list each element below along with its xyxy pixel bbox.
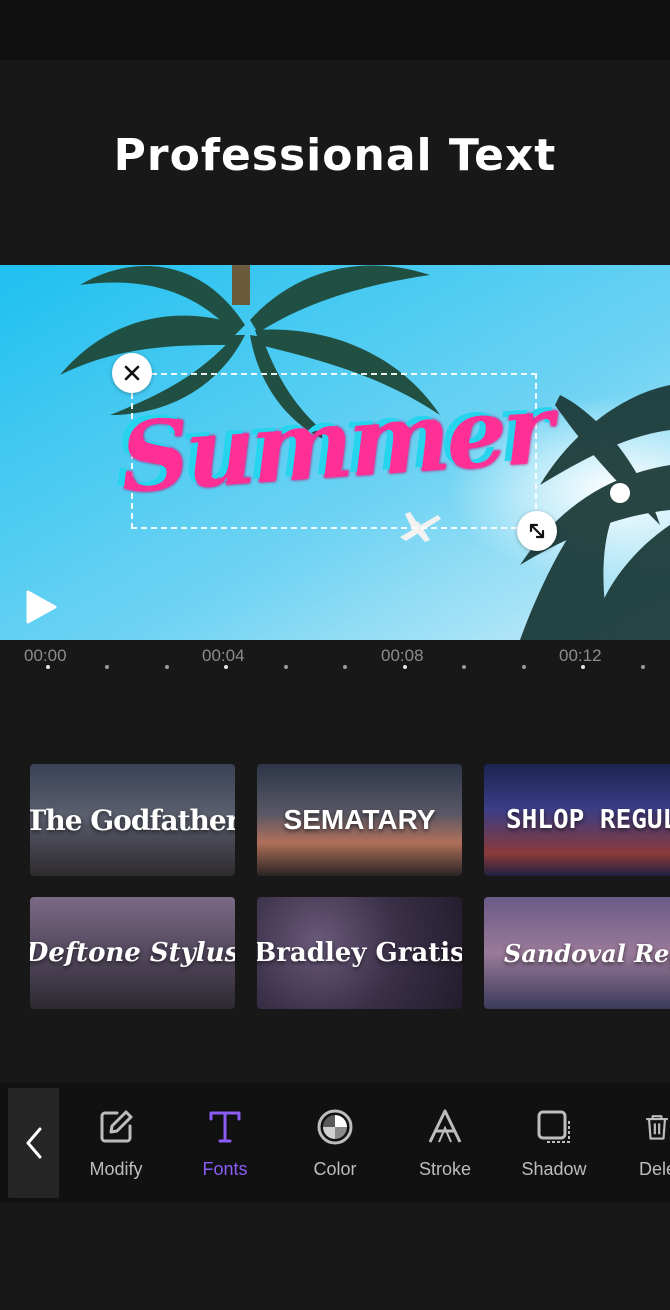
tool-fonts[interactable]: Fonts (175, 1105, 275, 1185)
tool-label: Delete (639, 1159, 670, 1179)
text-overlay[interactable]: Summer (117, 355, 554, 530)
page-title: Professional Text (113, 130, 557, 181)
close-icon (124, 365, 140, 381)
font-card-bradley[interactable]: Bradley Gratis (257, 897, 462, 1009)
tool-label: Fonts (202, 1159, 248, 1179)
font-card-sandoval[interactable]: Sandoval Regular (484, 897, 670, 1009)
tool-stroke[interactable]: Stroke (395, 1105, 495, 1185)
tool-label: Shadow (521, 1159, 587, 1179)
font-card-label: Bradley Gratis (257, 938, 462, 968)
tool-label: Color (313, 1159, 357, 1179)
edit-icon (100, 1110, 133, 1143)
stroke-icon (428, 1109, 462, 1143)
font-card-label: Deftone Stylus (30, 938, 235, 968)
timeline-tick (522, 665, 526, 669)
tool-delete[interactable]: Delete (610, 1105, 670, 1185)
timeline-tick (105, 665, 109, 669)
tool-modify[interactable]: Modify (66, 1105, 166, 1185)
font-card-label: SHLOP REGULAR (506, 805, 670, 835)
timeline-label: 00:00 (24, 646, 67, 665)
tool-color[interactable]: Color (285, 1105, 385, 1185)
shadow-icon (537, 1110, 570, 1143)
timeline-tick (581, 665, 585, 669)
font-card-sematary[interactable]: SEMATARY (257, 764, 462, 876)
font-card-shlop[interactable]: SHLOP REGULAR (484, 764, 670, 876)
font-card-deftone[interactable]: Deftone Stylus (30, 897, 235, 1009)
trash-icon (646, 1115, 668, 1140)
font-card-label: SEMATARY (283, 804, 436, 835)
status-bar (0, 0, 670, 60)
tool-shadow[interactable]: Shadow (504, 1105, 604, 1185)
font-card-label: The Godfather (30, 803, 235, 837)
tool-label: Modify (89, 1159, 143, 1179)
timeline-label: 00:04 (202, 646, 245, 665)
timeline-tick (224, 665, 228, 669)
timeline-tick (403, 665, 407, 669)
play-button[interactable] (24, 589, 58, 625)
back-button[interactable] (8, 1088, 59, 1198)
font-card-godfather[interactable]: The Godfather (30, 764, 235, 876)
timeline-ruler[interactable]: 00:00 00:04 00:08 00:12 (0, 640, 670, 680)
color-wheel-icon (317, 1109, 353, 1145)
play-icon (26, 590, 57, 624)
font-card-label: Sandoval Regular (504, 938, 670, 968)
timeline-tick (46, 665, 50, 669)
timeline-label: 00:08 (381, 646, 424, 665)
resize-handle[interactable] (517, 511, 557, 551)
resize-icon (529, 523, 545, 539)
font-icon (209, 1111, 241, 1143)
remove-text-button[interactable] (112, 353, 152, 393)
timeline-tick (284, 665, 288, 669)
timeline-tick (641, 665, 645, 669)
tool-label: Stroke (418, 1159, 472, 1179)
timeline-tick (165, 665, 169, 669)
timeline-tick (343, 665, 347, 669)
timeline-label: 00:12 (559, 646, 602, 665)
timeline-tick (462, 665, 466, 669)
chevron-left-icon (26, 1127, 41, 1159)
